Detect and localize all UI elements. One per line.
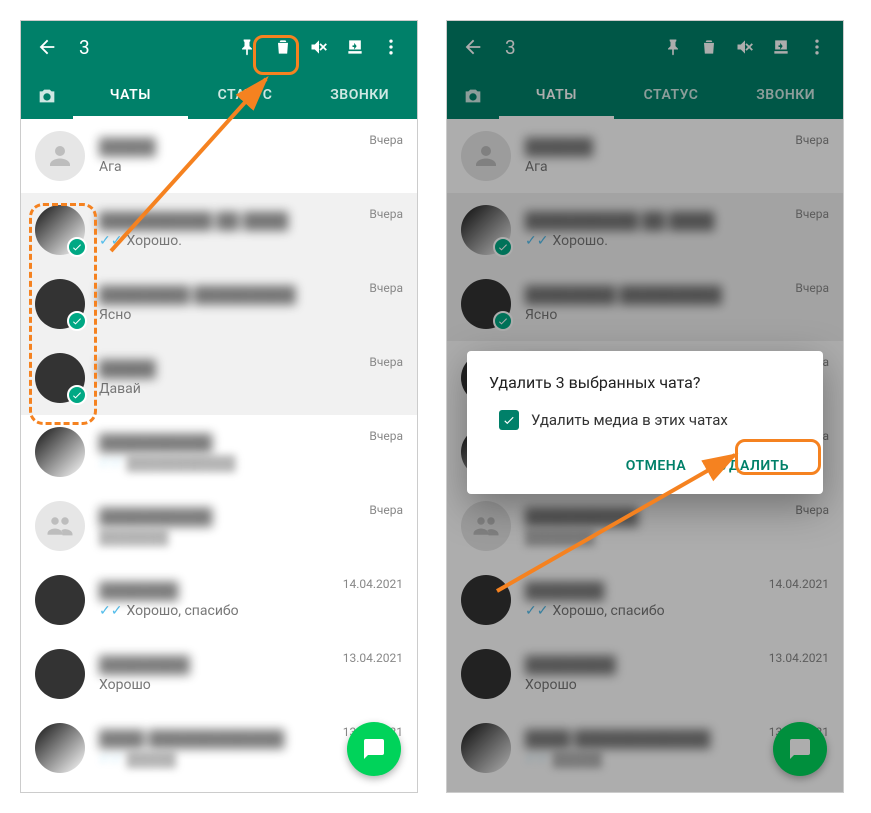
chat-name: ████████ bbox=[99, 655, 335, 675]
mute-icon[interactable] bbox=[301, 29, 337, 65]
chat-preview: Ясно bbox=[99, 307, 361, 323]
chat-time: Вчера bbox=[369, 355, 403, 369]
read-ticks-icon: ✓✓ bbox=[99, 233, 122, 249]
chat-list-left: █████ Ага Вчера ██████████ ██ ████ ✓✓Хорошо.… bbox=[21, 119, 417, 792]
chat-time: 14.04.2021 bbox=[343, 577, 403, 591]
tab-calls[interactable]: ЗВОНКИ bbox=[302, 73, 417, 119]
phone-left: 3 ЧАТЫ СТАТУС ЗВОНКИ █████АгаВчера██████… bbox=[20, 20, 418, 793]
chat-time: Вчера bbox=[369, 133, 403, 147]
chat-preview: ✓✓Хорошо. bbox=[99, 233, 361, 249]
checkbox-checked-icon[interactable] bbox=[499, 410, 519, 430]
tab-status[interactable]: СТАТУС bbox=[188, 73, 303, 119]
camera-tab-icon[interactable] bbox=[21, 73, 73, 119]
pin-icon[interactable] bbox=[229, 29, 265, 65]
chat-item[interactable]: ████████ █████████ Ясно Вчера bbox=[21, 267, 417, 341]
chat-item[interactable]: ███████ ✓✓Хорошо, спасибо 14.04.2021 bbox=[21, 563, 417, 637]
chat-name: ██████████ ██ ████ bbox=[99, 211, 361, 231]
dialog-title: Удалить 3 выбранных чата? bbox=[489, 373, 801, 392]
selected-count: 3 bbox=[79, 36, 90, 59]
archive-icon[interactable] bbox=[337, 29, 373, 65]
tab-chats[interactable]: ЧАТЫ bbox=[73, 73, 188, 119]
chat-name: ██████████ bbox=[99, 433, 361, 453]
chat-name: ████ ████████████ bbox=[99, 729, 335, 749]
chat-preview: ✓✓███████████ bbox=[99, 455, 361, 472]
chat-name: ████████ █████████ bbox=[99, 285, 361, 305]
delete-dialog: Удалить 3 выбранных чата? Удалить медиа … bbox=[467, 351, 823, 494]
avatar bbox=[35, 279, 85, 329]
chat-time: 13.04.2021 bbox=[343, 651, 403, 665]
chat-item[interactable]: █████ Давай Вчера bbox=[21, 341, 417, 415]
avatar bbox=[35, 501, 85, 551]
tabs: ЧАТЫ СТАТУС ЗВОНКИ bbox=[21, 73, 417, 119]
new-chat-fab[interactable] bbox=[347, 722, 401, 776]
chat-preview: ✓✓Хорошо, спасибо bbox=[99, 603, 335, 619]
chat-time: Вчера bbox=[369, 503, 403, 517]
chat-time: Вчера bbox=[369, 429, 403, 443]
chat-item[interactable]: ████████ Хорошо 13.04.2021 bbox=[21, 637, 417, 711]
avatar bbox=[35, 649, 85, 699]
avatar bbox=[35, 353, 85, 403]
avatar bbox=[35, 575, 85, 625]
chat-item[interactable]: ██████████ ✓✓███████████ Вчера bbox=[21, 415, 417, 489]
dialog-delete-button[interactable]: УДАЛИТЬ bbox=[708, 448, 801, 484]
read-ticks-icon: ✓✓ bbox=[99, 751, 122, 767]
chat-time: Вчера bbox=[369, 207, 403, 221]
appbar: 3 bbox=[21, 21, 417, 73]
avatar bbox=[35, 723, 85, 773]
chat-preview: ✓✓█████ bbox=[99, 751, 335, 768]
avatar bbox=[35, 131, 85, 181]
back-icon[interactable] bbox=[29, 29, 65, 65]
more-icon[interactable] bbox=[373, 29, 409, 65]
avatar bbox=[35, 427, 85, 477]
dialog-check-label: Удалить медиа в этих чатах bbox=[531, 411, 728, 429]
chat-name: █████ bbox=[99, 359, 361, 379]
chat-preview: ███████ bbox=[99, 529, 361, 546]
dialog-check-row[interactable]: Удалить медиа в этих чатах bbox=[499, 410, 801, 430]
avatar bbox=[35, 205, 85, 255]
chat-item[interactable]: █████████████████Вчера bbox=[21, 489, 417, 563]
chat-time: Вчера bbox=[369, 281, 403, 295]
dialog-cancel-button[interactable]: ОТМЕНА bbox=[614, 448, 698, 484]
chat-name: █████ bbox=[99, 137, 361, 157]
chat-name: ███████ bbox=[99, 581, 335, 601]
chat-name: ██████████ bbox=[99, 507, 361, 527]
chat-item[interactable]: █████ Ага Вчера bbox=[21, 119, 417, 193]
chat-preview: Ага bbox=[99, 159, 361, 175]
read-ticks-icon: ✓✓ bbox=[99, 455, 122, 471]
read-ticks-icon: ✓✓ bbox=[99, 603, 122, 619]
chat-item[interactable]: ██████████ ██ ████ ✓✓Хорошо. Вчера bbox=[21, 193, 417, 267]
phone-right: 3 ЧАТЫ СТАТУС ЗВОНКИ ██████АгаВчера█████… bbox=[446, 20, 844, 793]
chat-preview: Хорошо bbox=[99, 677, 335, 693]
delete-icon[interactable] bbox=[265, 29, 301, 65]
chat-preview: Давай bbox=[99, 381, 361, 397]
